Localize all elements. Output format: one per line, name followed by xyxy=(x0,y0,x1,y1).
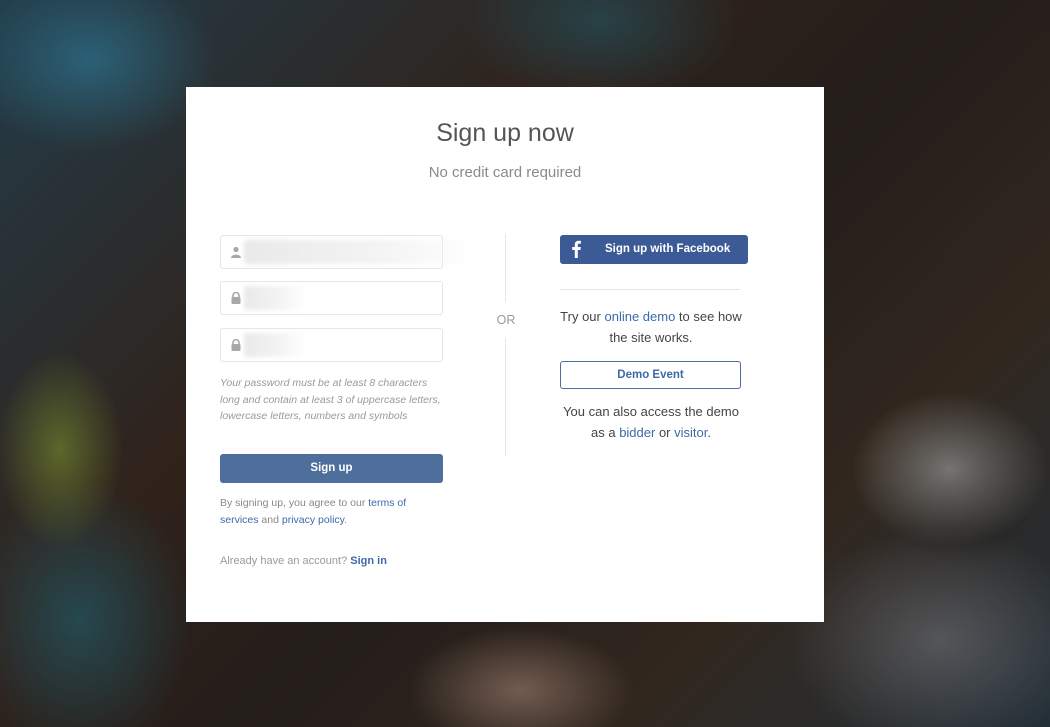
demo-access-text: You can also access the demo as a bidder… xyxy=(560,401,742,443)
password-field[interactable] xyxy=(220,281,443,316)
terms-text: By signing up, you agree to our terms of… xyxy=(220,495,440,529)
lock-icon xyxy=(231,292,241,304)
signup-card: Sign up now No credit card required Your… xyxy=(186,87,824,622)
signup-button[interactable]: Sign up xyxy=(220,454,443,483)
online-demo-link[interactable]: online demo xyxy=(604,309,675,324)
sign-in-link[interactable]: Sign in xyxy=(350,555,387,567)
page-title: Sign up now xyxy=(436,119,574,147)
lock-icon xyxy=(231,339,241,351)
demo-prefix: Try our xyxy=(560,309,605,324)
demo-event-button[interactable]: Demo Event xyxy=(560,361,741,389)
access-or: or xyxy=(655,425,675,440)
visitor-link[interactable]: visitor xyxy=(674,425,707,440)
page-subtitle: No credit card required xyxy=(428,164,582,181)
facebook-icon xyxy=(572,240,581,258)
terms-and: and xyxy=(258,514,282,526)
password-hint: Your password must be at least 8 charact… xyxy=(220,377,441,422)
already-account-text: Already have an account? Sign in xyxy=(220,555,387,567)
user-icon xyxy=(231,246,241,258)
terms-suffix: . xyxy=(344,514,348,526)
divider-line-top xyxy=(505,234,506,302)
demo-description: Try our online demo to see how the site … xyxy=(560,306,742,348)
already-label: Already have an account? xyxy=(220,555,351,567)
bidder-link[interactable]: bidder xyxy=(619,425,655,440)
divider-line-bottom xyxy=(505,338,506,456)
password-input[interactable] xyxy=(247,282,441,316)
access-suffix: . xyxy=(707,425,711,440)
privacy-policy-link[interactable]: privacy policy xyxy=(282,514,344,526)
username-field[interactable] xyxy=(220,235,474,270)
facebook-signup-button[interactable]: Sign up with Facebook xyxy=(560,235,748,264)
facebook-signup-label: Sign up with Facebook xyxy=(605,243,731,255)
terms-prefix: By signing up, you agree to our xyxy=(220,497,369,509)
right-divider xyxy=(560,289,740,290)
confirm-password-input[interactable] xyxy=(247,329,441,363)
or-label: OR xyxy=(496,313,516,327)
username-input[interactable] xyxy=(247,236,441,270)
confirm-password-field[interactable] xyxy=(220,328,443,363)
